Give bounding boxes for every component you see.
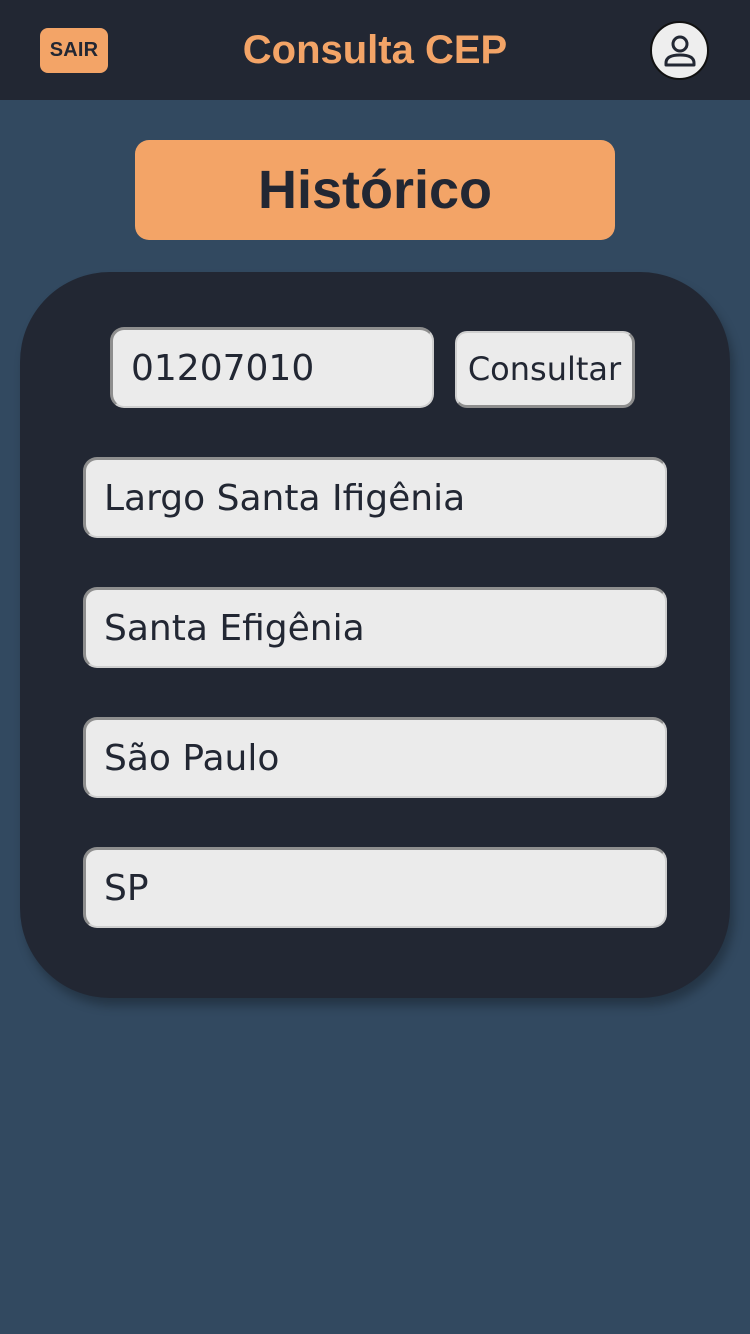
- logradouro-field[interactable]: Largo Santa Ifigênia: [83, 457, 667, 538]
- consultar-button[interactable]: Consultar: [455, 331, 635, 408]
- cidade-field[interactable]: São Paulo: [83, 717, 667, 798]
- cep-input[interactable]: 01207010: [110, 327, 434, 408]
- user-circle-icon: [664, 35, 695, 66]
- bairro-field[interactable]: Santa Efigênia: [83, 587, 667, 668]
- history-button[interactable]: Histórico: [135, 140, 615, 240]
- app-title: Consulta CEP: [242, 27, 508, 72]
- logout-button[interactable]: SAIR: [40, 28, 108, 73]
- uf-field[interactable]: SP: [83, 847, 667, 928]
- app-header: SAIR Consulta CEP: [0, 0, 750, 100]
- user-avatar-button[interactable]: [650, 21, 709, 80]
